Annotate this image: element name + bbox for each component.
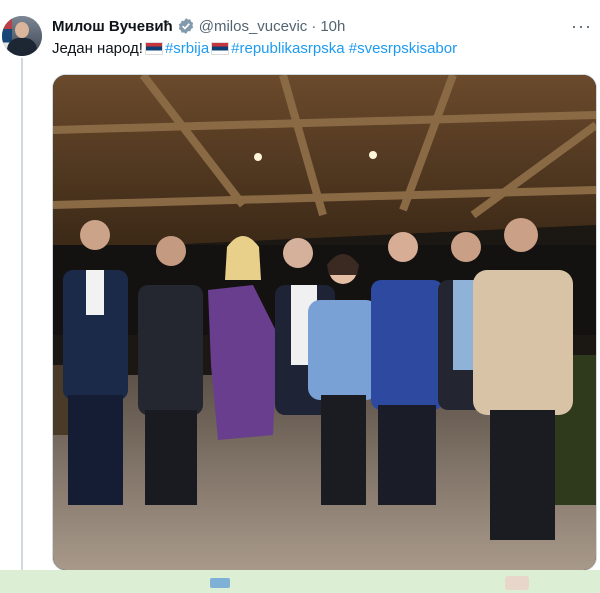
author-name[interactable]: Милош Вучевић: [52, 18, 173, 35]
bottom-thumbnail: [210, 578, 230, 588]
serbian-flag-icon: [144, 42, 163, 55]
hashtag-republikasrpska[interactable]: #republikasrpska: [231, 40, 344, 57]
more-options-icon[interactable]: ···: [571, 16, 592, 37]
serbian-flag-icon: [211, 42, 230, 55]
tweet-text: Један народ! #srbija #republikasrpska #s…: [52, 40, 457, 57]
separator-dot: ·: [311, 17, 317, 35]
hashtag-svesrpskisabor[interactable]: #svesrpskisabor: [349, 40, 457, 57]
tweet-photo[interactable]: [52, 74, 597, 571]
tweet-header: Милош Вучевић @milos_vucevic · 10h: [52, 16, 345, 36]
thread-rail: [21, 58, 23, 570]
bottom-thumbnail: [505, 576, 529, 590]
tweet-text-lead: Један народ!: [52, 40, 143, 57]
tweet-timestamp[interactable]: 10h: [320, 18, 345, 35]
group-photo-image: [53, 75, 596, 570]
author-handle[interactable]: @milos_vucevic: [199, 18, 308, 35]
verified-badge-icon: [178, 18, 193, 34]
hashtag-srbija[interactable]: #srbija: [165, 40, 209, 57]
author-avatar[interactable]: [2, 16, 42, 56]
bottom-bar: [0, 570, 600, 593]
